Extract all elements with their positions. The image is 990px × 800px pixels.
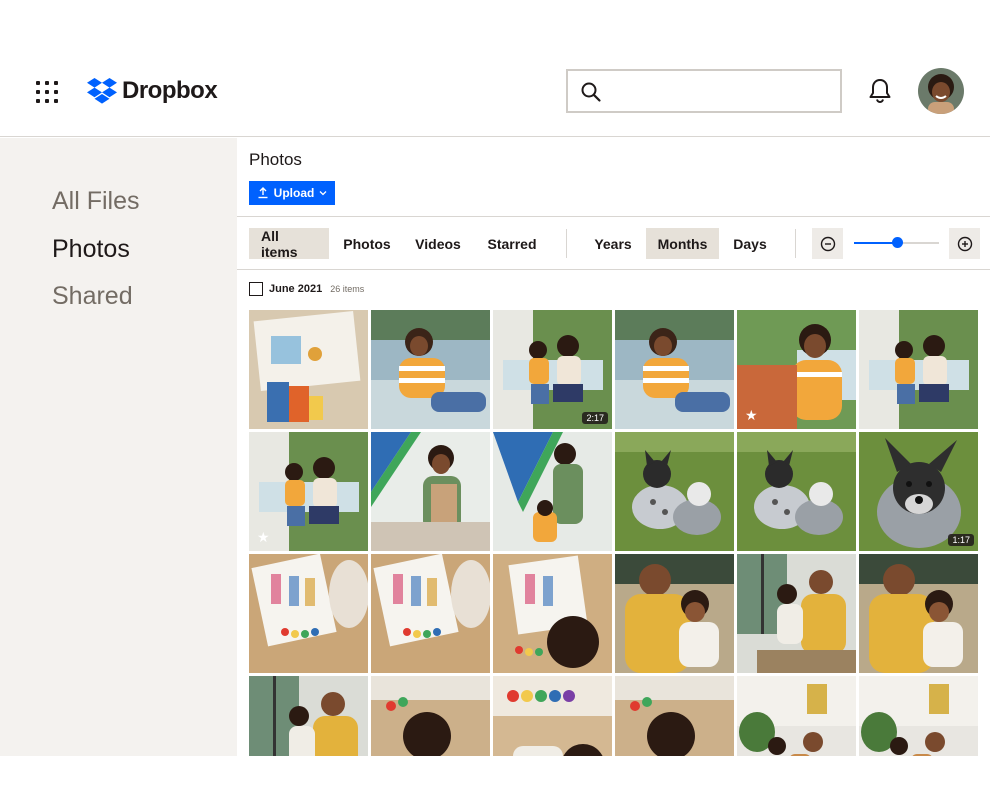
photo-tile[interactable] — [493, 432, 612, 551]
star-icon[interactable]: ★ — [257, 530, 270, 544]
photo-thumbnail — [371, 310, 490, 429]
chevron-down-icon — [319, 191, 327, 196]
filter-starred[interactable]: Starred — [477, 228, 547, 259]
photo-thumbnail — [737, 554, 856, 673]
scale-years[interactable]: Years — [583, 228, 643, 259]
photo-tile[interactable]: ★ — [249, 432, 368, 551]
apps-grid-icon[interactable] — [36, 81, 58, 103]
photo-thumbnail — [493, 554, 612, 673]
filter-all-items[interactable]: All items — [249, 228, 329, 260]
toolbar-divider-top — [237, 216, 990, 217]
scale-days[interactable]: Days — [722, 228, 778, 259]
photo-tile[interactable] — [859, 554, 978, 673]
search-input[interactable] — [612, 77, 832, 105]
photo-thumbnail — [859, 676, 978, 756]
photo-tile[interactable]: 1:17 — [859, 432, 978, 551]
group-count: 26 items — [330, 284, 365, 294]
photo-tile[interactable] — [615, 310, 734, 429]
zoom-slider-handle[interactable] — [892, 237, 903, 248]
photo-thumbnail — [371, 554, 490, 673]
minus-circle-icon — [820, 236, 835, 251]
photo-thumbnail — [737, 432, 856, 551]
toolbar-divider-bottom — [237, 269, 990, 270]
sidebar-item-photos[interactable]: Photos — [52, 235, 130, 264]
filter-photos[interactable]: Photos — [333, 228, 401, 259]
sidebar: All Files Photos Shared — [0, 138, 237, 756]
avatar[interactable] — [918, 68, 964, 114]
photo-tile[interactable] — [371, 432, 490, 551]
photo-thumbnail — [249, 676, 368, 756]
scale-months[interactable]: Months — [646, 228, 719, 259]
upload-label: Upload — [273, 186, 315, 200]
date-group-header: June 2021 26 items — [249, 282, 364, 296]
search-icon — [581, 82, 601, 102]
zoom-slider-fill — [854, 242, 897, 244]
select-group-checkbox[interactable] — [249, 282, 263, 296]
photo-tile[interactable] — [371, 676, 490, 756]
photo-tile[interactable] — [737, 676, 856, 756]
photo-tile[interactable] — [493, 676, 612, 756]
photo-tile[interactable] — [737, 432, 856, 551]
toolbar-separator — [566, 229, 567, 258]
photo-thumbnail — [493, 676, 612, 756]
toolbar-separator — [795, 229, 796, 258]
photo-tile[interactable] — [615, 432, 734, 551]
photo-thumbnail — [249, 310, 368, 429]
sidebar-item-shared[interactable]: Shared — [52, 282, 133, 311]
upload-button[interactable]: Upload — [249, 181, 335, 205]
bell-icon[interactable] — [866, 77, 894, 105]
photo-tile[interactable] — [737, 554, 856, 673]
photo-thumbnail — [249, 554, 368, 673]
zoom-out-button[interactable] — [812, 228, 843, 259]
photo-tile[interactable] — [249, 554, 368, 673]
photo-tile[interactable]: 2:17 — [493, 310, 612, 429]
photo-tile[interactable] — [859, 310, 978, 429]
photo-tile[interactable] — [615, 676, 734, 756]
photo-tile[interactable] — [371, 554, 490, 673]
dropbox-logo[interactable]: Dropbox — [87, 77, 218, 105]
dropbox-box-icon — [87, 78, 117, 104]
brand-name: Dropbox — [122, 77, 218, 104]
filter-videos[interactable]: Videos — [404, 228, 472, 259]
page-title: Photos — [249, 150, 302, 169]
top-bar: Dropbox — [0, 50, 990, 137]
photo-thumbnail — [859, 554, 978, 673]
photo-tile[interactable] — [249, 676, 368, 756]
photo-tile[interactable] — [249, 310, 368, 429]
upload-icon — [258, 187, 268, 199]
search-box[interactable] — [566, 69, 842, 113]
video-duration-badge: 2:17 — [582, 412, 608, 424]
photo-thumbnail — [493, 432, 612, 551]
plus-circle-icon — [957, 236, 972, 251]
photo-tile[interactable] — [859, 676, 978, 756]
video-duration-badge: 1:17 — [948, 534, 974, 546]
main-content: Photos Upload All items Photos Videos St… — [237, 138, 990, 756]
photo-grid: 2:17 ★ ★ 1:17 — [249, 310, 978, 756]
photo-thumbnail — [615, 676, 734, 756]
group-date: June 2021 — [269, 283, 323, 295]
photo-tile[interactable] — [615, 554, 734, 673]
photo-tile[interactable] — [493, 554, 612, 673]
star-icon[interactable]: ★ — [745, 408, 758, 422]
zoom-in-button[interactable] — [949, 228, 980, 259]
sidebar-item-all-files[interactable]: All Files — [52, 187, 140, 216]
photo-tile[interactable] — [371, 310, 490, 429]
photo-thumbnail — [859, 310, 978, 429]
photo-tile[interactable]: ★ — [737, 310, 856, 429]
photo-thumbnail — [371, 676, 490, 756]
photo-thumbnail — [737, 676, 856, 756]
photo-thumbnail — [615, 310, 734, 429]
photo-thumbnail — [615, 554, 734, 673]
photo-thumbnail — [615, 432, 734, 551]
photo-thumbnail — [371, 432, 490, 551]
